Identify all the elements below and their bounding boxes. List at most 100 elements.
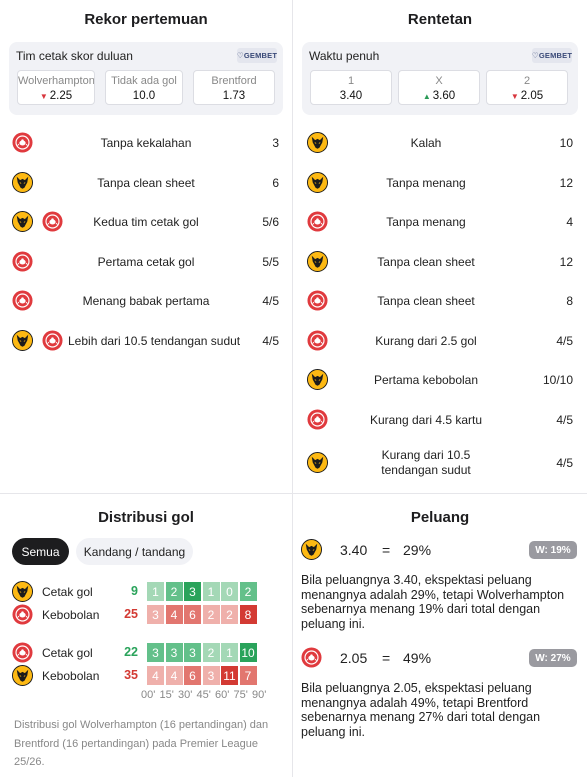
distribution-row-label: Cetak gol bbox=[42, 585, 93, 599]
streak-row[interactable]: Tanpa clean sheet 12 bbox=[293, 247, 587, 277]
distribution-row-total: 25 bbox=[124, 607, 138, 621]
streak-row-label: Kurang dari 4.5 kartu bbox=[369, 412, 483, 427]
h2h-row-label: Pertama cetak gol bbox=[97, 255, 195, 269]
streak-row-label: Tanpa menang bbox=[386, 214, 466, 229]
h2h-row-value: 4/5 bbox=[262, 294, 279, 308]
streak-row[interactable]: Kurang dari 2.5 gol 4/5 bbox=[293, 326, 587, 356]
streak-row[interactable]: Pertama kebobolan 10/10 bbox=[293, 365, 587, 395]
distribution-cell: 4 bbox=[165, 605, 183, 624]
tab-kandang-tandang[interactable]: Kandang / tandang bbox=[76, 538, 193, 565]
h2h-row-value: 5/6 bbox=[262, 215, 279, 229]
h2h-title: Rekor pertemuan bbox=[84, 11, 208, 28]
h2h-row-label: Tanpa clean sheet bbox=[97, 176, 195, 190]
streak-row-label: Tanpa clean sheet bbox=[377, 254, 475, 269]
wolverhampton-logo-icon bbox=[12, 172, 33, 193]
arrow-down-icon: ▼ bbox=[39, 92, 48, 101]
h2h-row[interactable]: Tanpa kekalahan 3 bbox=[0, 128, 292, 158]
streak-row-value: 4/5 bbox=[556, 413, 573, 427]
distribution-cell: 3 bbox=[147, 605, 164, 624]
brentford-logo-icon bbox=[42, 330, 63, 351]
distribution-cell: 2 bbox=[202, 643, 220, 662]
chance-odds: 2.05 bbox=[340, 650, 368, 666]
distribution-cell: 3 bbox=[184, 643, 201, 662]
win-rate-badge: W: 19% bbox=[529, 541, 577, 559]
streak-row[interactable]: Kurang dari 4.5 kartu 4/5 bbox=[293, 405, 587, 435]
odds-cell-home[interactable]: 1 3.40 bbox=[310, 70, 392, 105]
distribution-cell: 1 bbox=[147, 582, 164, 601]
distribution-cell: 2 bbox=[239, 582, 257, 601]
streak-row-value: 10/10 bbox=[542, 373, 573, 387]
chance-percent: 49% bbox=[403, 650, 432, 666]
brentford-logo-icon bbox=[12, 290, 33, 311]
win-rate-badge: W: 27% bbox=[529, 649, 577, 667]
chance-odds: 3.40 bbox=[340, 542, 368, 558]
odds-cell-value: 3.40 bbox=[339, 90, 363, 102]
distribution-cell: 3 bbox=[165, 643, 183, 662]
distribution-cell: 6 bbox=[184, 605, 201, 624]
distribution-cell: 2 bbox=[165, 582, 183, 601]
odds-cell-away[interactable]: 2 ▼ 2.05 bbox=[486, 70, 568, 105]
streak-row[interactable]: Kalah 10 bbox=[293, 128, 587, 158]
streak-row[interactable]: Tanpa menang 12 bbox=[293, 168, 587, 198]
distribution-cell: 1 bbox=[202, 582, 220, 601]
h2h-row[interactable]: Menang babak pertama 4/5 bbox=[0, 286, 292, 316]
distribution-cell: 7 bbox=[239, 666, 257, 685]
distribution-tick-label: 75' bbox=[233, 689, 248, 701]
h2h-row[interactable]: Kedua tim cetak gol 5/6 bbox=[0, 207, 292, 237]
distribution-row-total: 35 bbox=[124, 668, 138, 682]
brentford-logo-icon bbox=[301, 647, 322, 668]
distribution-tick-label: 60' bbox=[215, 689, 230, 701]
brentford-logo-icon bbox=[307, 290, 328, 311]
distribution-cell: 10 bbox=[239, 643, 257, 662]
distribution-tick-label: 90' bbox=[252, 689, 267, 701]
h2h-row[interactable]: Pertama cetak gol 5/5 bbox=[0, 247, 292, 277]
h2h-row[interactable]: Tanpa clean sheet 6 bbox=[0, 168, 292, 198]
distribution-cell: 0 bbox=[221, 582, 238, 601]
streak-row-value: 10 bbox=[559, 136, 573, 150]
distribution-title: Distribusi gol bbox=[98, 509, 194, 526]
h2h-row-value: 3 bbox=[272, 136, 279, 150]
chance-explanation: Bila peluangnya 2.05, ekspektasi peluang… bbox=[301, 681, 541, 739]
distribution-tick-label: 30' bbox=[178, 689, 193, 701]
streak-row[interactable]: Tanpa menang 4 bbox=[293, 207, 587, 237]
brentford-logo-icon bbox=[307, 211, 328, 232]
streak-title: Rentetan bbox=[407, 11, 473, 28]
streak-row[interactable]: Tanpa clean sheet 8 bbox=[293, 286, 587, 316]
streak-row-value: 4/5 bbox=[556, 334, 573, 348]
chance-percent: 29% bbox=[403, 542, 432, 558]
streak-row[interactable]: Kurang dari 10.5 tendangan sudut 4/5 bbox=[293, 448, 587, 478]
distribution-cell: 3 bbox=[147, 643, 164, 662]
distribution-tick-label: 00' bbox=[141, 689, 156, 701]
streak-row-label: Kurang dari 10.5 tendangan sudut bbox=[381, 448, 471, 477]
distribution-cell: 4 bbox=[165, 666, 183, 685]
odds-cell-value: 3.60 bbox=[432, 90, 456, 102]
h2h-row[interactable]: Lebih dari 10.5 tendangan sudut 4/5 bbox=[0, 326, 292, 356]
odds-cell-head: 1 bbox=[347, 75, 355, 87]
odds-cell-value: 1.73 bbox=[222, 90, 246, 102]
tab-semua[interactable]: Semua bbox=[12, 538, 69, 565]
wolverhampton-logo-icon bbox=[307, 172, 328, 193]
streak-row-value: 8 bbox=[566, 294, 573, 308]
row-divider bbox=[0, 493, 587, 494]
distribution-cell: 4 bbox=[147, 666, 164, 685]
brentford-logo-icon bbox=[12, 251, 33, 272]
distribution-row-total: 22 bbox=[124, 645, 138, 659]
distribution-cell: 3 bbox=[202, 666, 220, 685]
distribution-row-total: 9 bbox=[131, 584, 138, 598]
streak-row-label: Kalah bbox=[410, 135, 442, 150]
odds-cell-no-goal[interactable]: Tidak ada gol 10.0 bbox=[105, 70, 183, 105]
odds-cell-head: Tidak ada gol bbox=[111, 75, 177, 87]
h2h-odds-box: Tim cetak skor duluan ♡ GEMBET Wolverhamp… bbox=[9, 42, 283, 115]
odds-cell-wolverhampton[interactable]: Wolverhampton ▼ 2.25 bbox=[17, 70, 95, 105]
streak-row-value: 12 bbox=[559, 255, 573, 269]
brentford-logo-icon bbox=[307, 330, 328, 351]
odds-cell-brentford[interactable]: Brentford 1.73 bbox=[193, 70, 275, 105]
brentford-logo-icon bbox=[12, 604, 33, 625]
h2h-row-label: Tanpa kekalahan bbox=[100, 136, 192, 150]
wolverhampton-logo-icon bbox=[12, 211, 33, 232]
streak-row-label: Pertama kebobolan bbox=[373, 372, 479, 387]
wolverhampton-logo-icon bbox=[301, 539, 322, 560]
odds-cell-draw[interactable]: X ▲ 3.60 bbox=[398, 70, 480, 105]
wolverhampton-logo-icon bbox=[12, 581, 33, 602]
chance-explanation: Bila peluangnya 3.40, ekspektasi peluang… bbox=[301, 573, 565, 631]
